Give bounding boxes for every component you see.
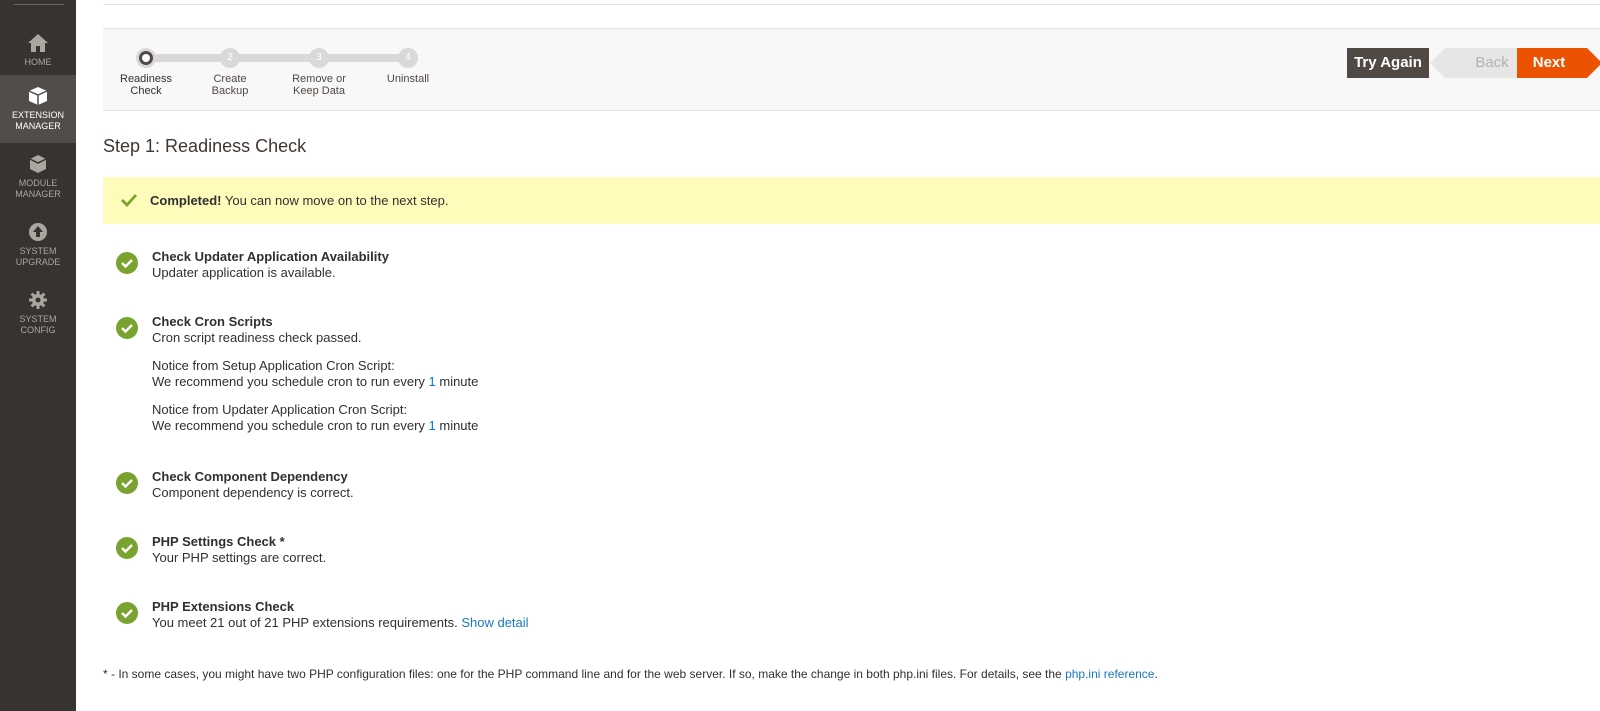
step-3-indicator: 3	[309, 48, 329, 68]
show-detail-link[interactable]: Show detail	[461, 615, 528, 630]
check-title: Check Cron Scripts	[152, 314, 273, 329]
header-divider	[103, 4, 1600, 5]
check-php-settings: PHP Settings Check * Your PHP settings a…	[116, 534, 1416, 566]
step-label-line: Readiness	[120, 73, 172, 85]
check-title: PHP Extensions Check	[152, 599, 295, 614]
step-label-line: Create	[213, 73, 247, 85]
step-label-line: Backup	[211, 85, 249, 97]
check-title: Check Updater Application Availability	[152, 249, 389, 264]
success-check-icon	[116, 537, 138, 559]
logo-divider	[14, 4, 64, 5]
check-title: Check Component Dependency	[152, 469, 348, 484]
notice-text: We recommend you schedule cron to run ev…	[152, 374, 1416, 390]
check-title: PHP Settings Check *	[152, 534, 285, 549]
step-1-indicator	[136, 48, 156, 68]
sidebar-item-module-manager[interactable]: MODULE MANAGER	[0, 143, 76, 211]
home-icon	[28, 34, 48, 52]
sidebar-item-label: EXTENSION MANAGER	[11, 110, 64, 131]
notice-text: We recommend you schedule cron to run ev…	[152, 418, 1416, 434]
success-check-icon	[116, 317, 138, 339]
step-4-label: Uninstall	[363, 73, 453, 85]
notice-heading: Notice from Setup Application Cron Scrip…	[152, 358, 395, 373]
notice-minutes: 1	[428, 374, 436, 389]
gear-icon	[29, 291, 47, 309]
check-description: Updater application is available.	[152, 265, 336, 280]
sidebar-item-extension-manager[interactable]: EXTENSION MANAGER	[0, 75, 76, 143]
page-title: Step 1: Readiness Check	[103, 136, 307, 156]
extension-box-icon	[28, 87, 48, 105]
sidebar-item-label: HOME	[24, 57, 52, 67]
checkmark-icon	[121, 194, 138, 208]
check-cron-scripts: Check Cron Scripts Cron script readiness…	[116, 314, 1416, 434]
notice-text-post: minute	[435, 418, 479, 433]
success-check-icon	[116, 252, 138, 274]
module-cube-icon	[29, 155, 47, 173]
check-component-dependency: Check Component Dependency Component dep…	[116, 469, 1416, 501]
footnote-text: * - In some cases, you might have two PH…	[103, 667, 1066, 681]
wizard-progress-bar: 2 3 4 Readiness Check Create Backup Remo…	[103, 28, 1600, 111]
step-label-line: Keep Data	[293, 85, 345, 97]
sidebar-item-system-config[interactable]: SYSTEM CONFIG	[0, 279, 76, 347]
notice-heading: Notice from Updater Application Cron Scr…	[152, 402, 408, 417]
step-label-line: Uninstall	[386, 73, 430, 85]
sidebar-item-label: MODULE MANAGER	[15, 178, 61, 199]
footnote-end: .	[1154, 667, 1158, 681]
notice-text-pre: We recommend you schedule cron to run ev…	[152, 418, 429, 433]
message-text: You can now move on to the next step.	[221, 193, 449, 208]
check-php-extensions: PHP Extensions Check You meet 21 out of …	[116, 599, 1416, 631]
steps-track	[145, 54, 407, 62]
notice-text-pre: We recommend you schedule cron to run ev…	[152, 374, 429, 389]
check-description: You meet 21 out of 21 PHP extensions req…	[152, 615, 1416, 631]
php-ini-reference-link[interactable]: php.ini reference	[1065, 667, 1154, 681]
success-message: Completed! You can now move on to the ne…	[103, 177, 1600, 224]
step-label-line: Remove or	[292, 73, 346, 85]
cron-notice-updater: Notice from Updater Application Cron Scr…	[152, 402, 1416, 434]
sidebar: HOME EXTENSION MANAGER MODULE MANAGER SY…	[0, 0, 76, 711]
success-check-icon	[116, 602, 138, 624]
sidebar-item-label: SYSTEM CONFIG	[19, 314, 57, 335]
notice-text-post: minute	[435, 374, 479, 389]
step-2-label: Create Backup	[185, 73, 275, 97]
step-2-indicator: 2	[220, 48, 240, 68]
php-config-footnote: * - In some cases, you might have two PH…	[103, 667, 1158, 681]
success-check-icon	[116, 472, 138, 494]
check-description: Cron script readiness check passed.	[152, 330, 362, 345]
cron-notice-setup: Notice from Setup Application Cron Scrip…	[152, 358, 1416, 390]
check-description-text: You meet 21 out of 21 PHP extensions req…	[152, 615, 458, 630]
sidebar-item-label: SYSTEM UPGRADE	[15, 246, 61, 267]
step-label-line: Check	[130, 85, 162, 97]
check-updater-availability: Check Updater Application Availability U…	[116, 249, 1416, 281]
message-strong: Completed!	[150, 193, 222, 208]
sidebar-item-system-upgrade[interactable]: SYSTEM UPGRADE	[0, 211, 76, 279]
check-description: Component dependency is correct.	[152, 485, 354, 500]
notice-minutes: 1	[428, 418, 436, 433]
upgrade-arrow-icon	[29, 223, 47, 241]
try-again-button[interactable]: Try Again	[1347, 48, 1429, 78]
next-button[interactable]: Next	[1517, 48, 1600, 78]
step-4-indicator: 4	[398, 48, 418, 68]
step-3-label: Remove or Keep Data	[274, 73, 364, 97]
step-1-label: Readiness Check	[101, 73, 191, 97]
check-description: Your PHP settings are correct.	[152, 550, 327, 565]
